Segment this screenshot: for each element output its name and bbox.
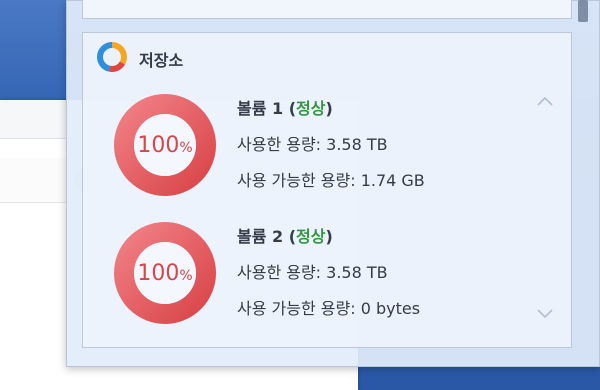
volume-usage-percent-sign: %: [179, 140, 193, 156]
volume-status-open-paren: (: [288, 99, 297, 118]
volume-usage-percent-sign: %: [179, 268, 193, 284]
volume-name: 볼륨 1: [237, 99, 284, 118]
volume-status-close-paren: ): [325, 99, 333, 118]
storage-widget-card: 저장소 100% 볼륨 1 (정상) 사용한 용량: 3.58 TB 사용 가능…: [82, 32, 572, 348]
volume-available-capacity: 사용 가능한 용량: 0 bytes: [237, 299, 421, 318]
widget-previous-card: [82, 0, 572, 19]
volume-used-capacity: 사용한 용량: 3.58 TB: [237, 263, 388, 282]
volume-status: 정상: [296, 99, 326, 118]
volume-info: 볼륨 2 (정상) 사용한 용량: 3.58 TB 사용 가능한 용량: 0 b…: [237, 225, 420, 321]
volume-info: 볼륨 1 (정상) 사용한 용량: 3.58 TB 사용 가능한 용량: 1.7…: [237, 97, 425, 193]
storage-widget-title: 저장소: [139, 51, 184, 70]
volume-usage-label: 100%: [113, 93, 217, 197]
chevron-down-icon[interactable]: [536, 308, 554, 320]
storage-widget-header: 저장소: [95, 40, 184, 78]
volume-status-open-paren: (: [288, 227, 297, 246]
volume-usage-percent: 100: [137, 132, 180, 158]
widget-scrollbar-thumb[interactable]: [578, 0, 588, 22]
volume-title: 볼륨 2 (정상): [237, 225, 420, 249]
volume-status: 정상: [296, 227, 326, 246]
volume-title: 볼륨 1 (정상): [237, 97, 425, 121]
volume-available-capacity: 사용 가능한 용량: 1.74 GB: [237, 171, 425, 190]
volume-usage-label: 100%: [113, 221, 217, 325]
volume-row: 100% 볼륨 2 (정상) 사용한 용량: 3.58 TB 사용 가능한 용량…: [113, 221, 553, 331]
volume-usage-percent: 100: [137, 260, 180, 286]
chevron-up-icon[interactable]: [536, 95, 554, 107]
storage-pie-icon: [95, 40, 129, 78]
volume-row: 100% 볼륨 1 (정상) 사용한 용량: 3.58 TB 사용 가능한 용량…: [113, 93, 553, 203]
volume-name: 볼륨 2: [237, 227, 284, 246]
volume-used-capacity: 사용한 용량: 3.58 TB: [237, 135, 388, 154]
volume-status-close-paren: ): [325, 227, 333, 246]
